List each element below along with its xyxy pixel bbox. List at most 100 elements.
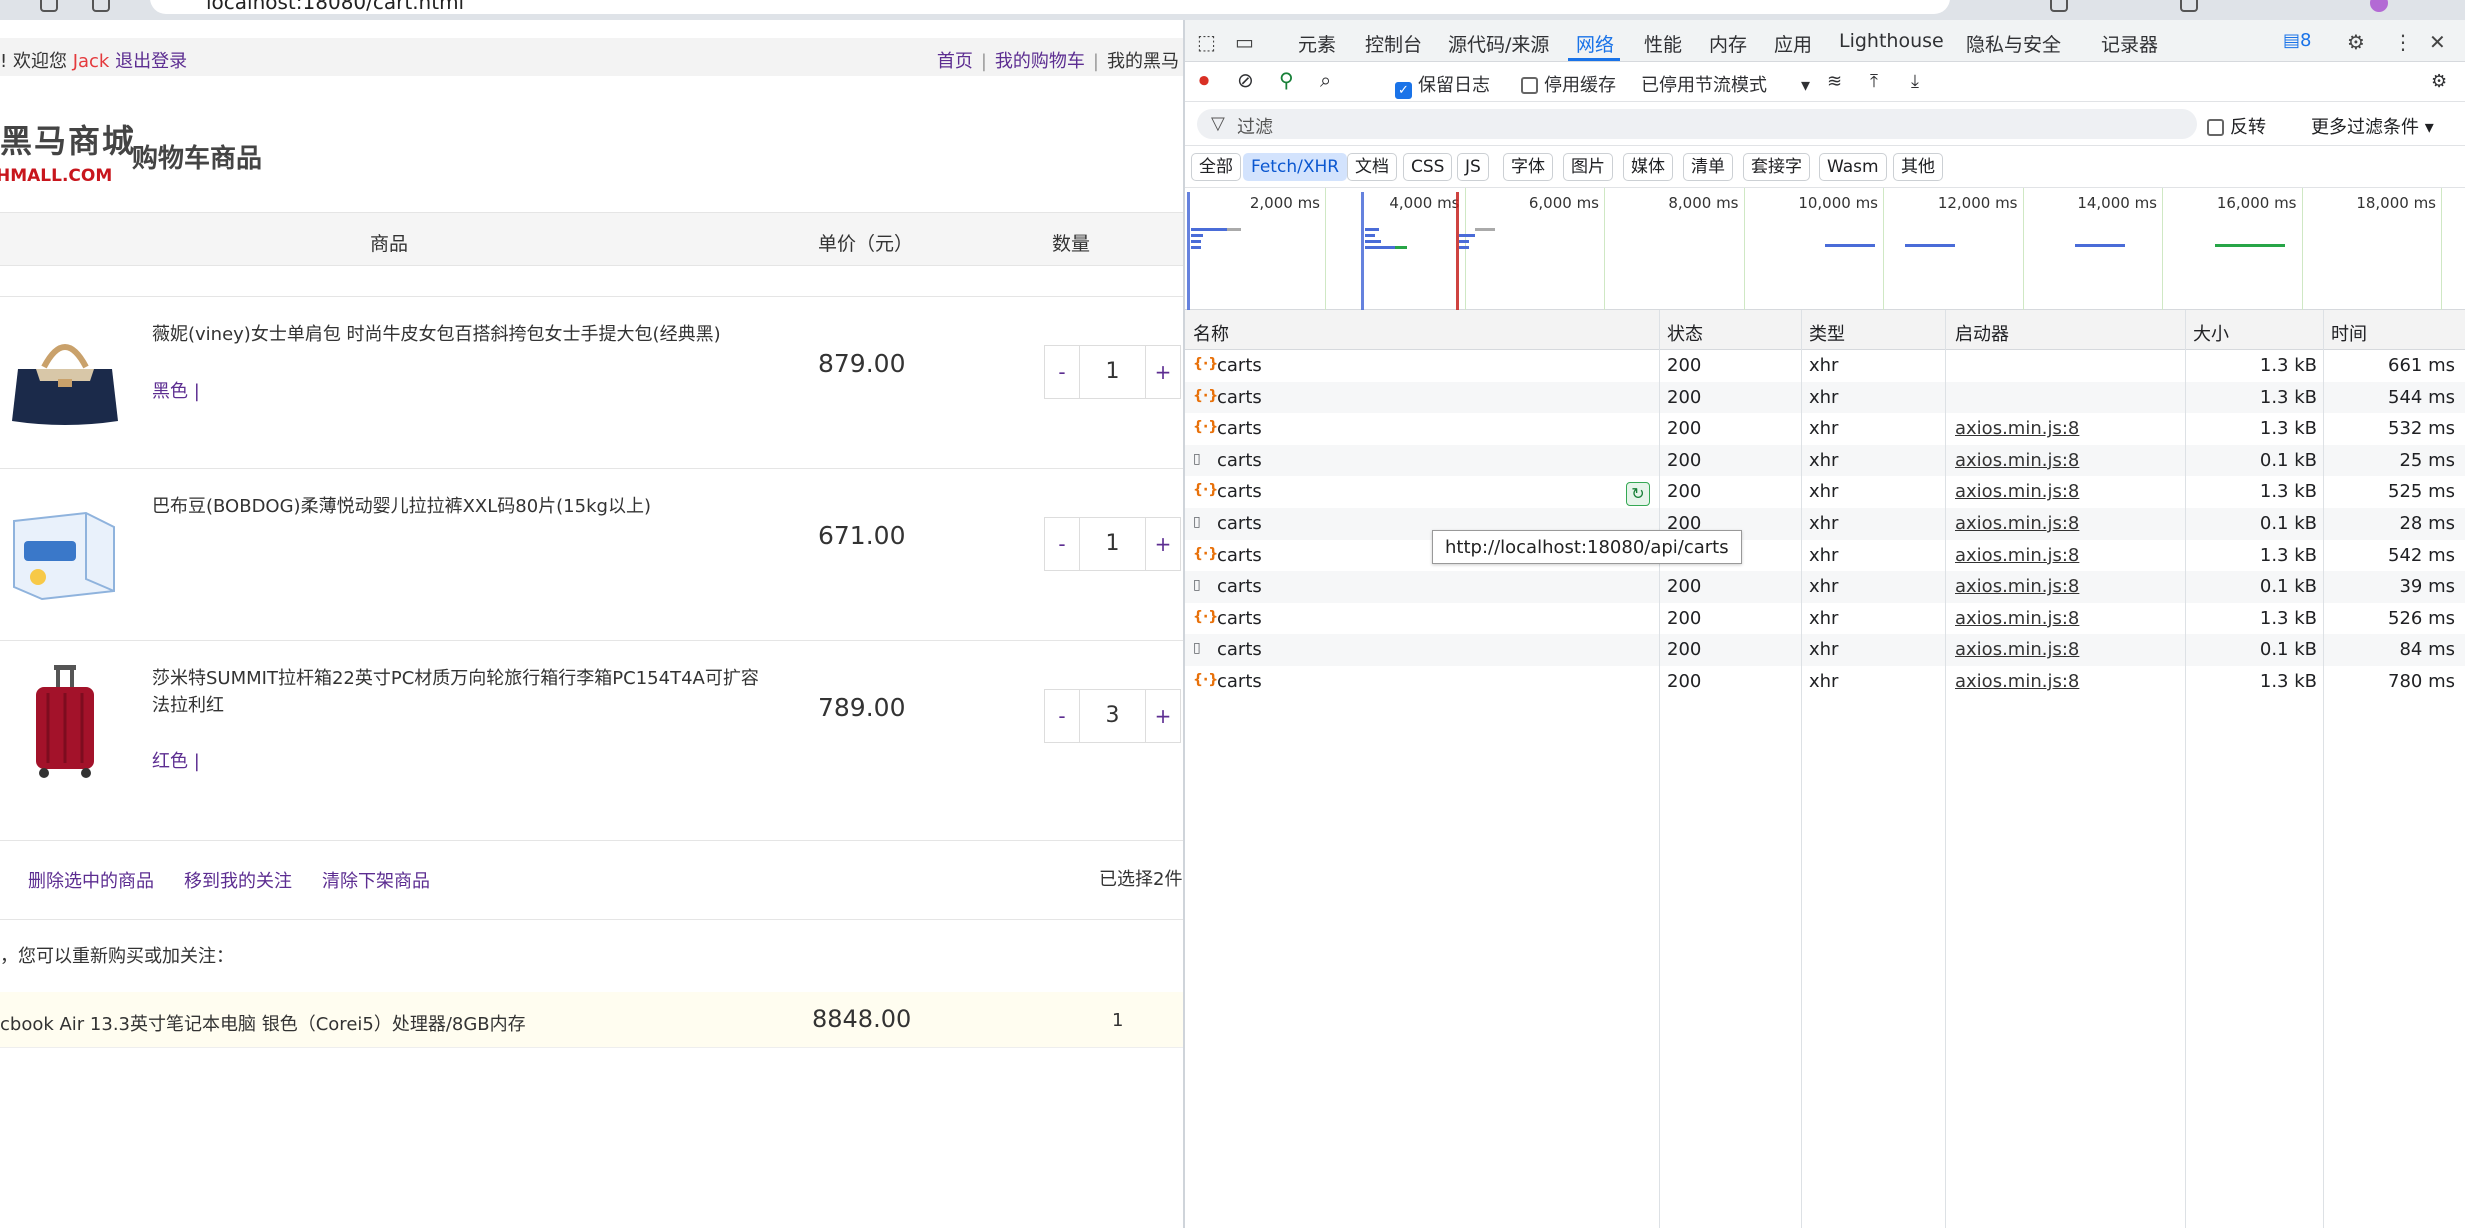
reload-icon[interactable] bbox=[40, 0, 58, 12]
tab-application[interactable]: 应用 bbox=[1774, 30, 1812, 57]
request-initiator[interactable]: axios.min.js:8 bbox=[1955, 639, 2079, 660]
request-row[interactable]: {·} carts 200 xhr 1.3 kB 661 ms bbox=[1185, 350, 2465, 382]
network-overview-timeline[interactable]: 2,000 ms 4,000 ms 6,000 ms 8,000 ms 10,000 m… bbox=[1185, 188, 2465, 310]
tab-sources[interactable]: 源代码/来源 bbox=[1448, 30, 1549, 57]
product-name[interactable]: 巴布豆(BOBDOG)柔薄悦动婴儿拉拉裤XXL码80片(15kg以上) bbox=[152, 493, 772, 520]
tab-network[interactable]: 网络 bbox=[1576, 30, 1614, 57]
address-bar[interactable]: localhost:18080/cart.html bbox=[150, 0, 1950, 14]
qty-plus-button[interactable]: + bbox=[1146, 690, 1180, 742]
type-filter-chip[interactable]: 字体 bbox=[1503, 153, 1553, 181]
request-row[interactable]: {·} carts 200 xhr axios.min.js:8 1.3 kB 532 ms bbox=[1185, 413, 2465, 445]
network-conditions-icon[interactable]: ≋ bbox=[1827, 71, 1842, 92]
type-filter-chip[interactable]: Fetch/XHR bbox=[1243, 153, 1348, 181]
request-initiator[interactable]: axios.min.js:8 bbox=[1955, 671, 2079, 692]
col-initiator[interactable]: 启动器 bbox=[1955, 320, 2009, 346]
qty-plus-button[interactable]: + bbox=[1146, 518, 1180, 570]
type-filter-chip[interactable]: JS bbox=[1457, 153, 1489, 181]
col-type[interactable]: 类型 bbox=[1809, 320, 1845, 346]
removed-item-name[interactable]: cbook Air 13.3英寸笔记本电脑 银色（Corei5）处理器/8GB内… bbox=[0, 1010, 526, 1036]
qty-minus-button[interactable]: - bbox=[1045, 518, 1079, 570]
request-row[interactable]: ▯ carts 200 xhr axios.min.js:8 0.1 kB 28 ms bbox=[1185, 508, 2465, 540]
disable-cache-checkbox[interactable]: 停用缓存 bbox=[1521, 71, 1616, 97]
inspect-element-icon[interactable]: ⬚ bbox=[1197, 30, 1216, 54]
qty-minus-button[interactable]: - bbox=[1045, 690, 1079, 742]
logo[interactable]: 黑马商城 HMALL.COM bbox=[0, 116, 136, 186]
type-filter-chip[interactable]: Wasm bbox=[1819, 153, 1887, 181]
search-icon[interactable]: ⌕ bbox=[1320, 68, 1331, 92]
profile-avatar[interactable] bbox=[2370, 0, 2388, 12]
close-devtools-icon[interactable]: ✕ bbox=[2429, 30, 2446, 54]
qty-input[interactable]: 1 bbox=[1079, 518, 1146, 570]
home-link[interactable]: 首页 bbox=[937, 51, 973, 72]
issues-badge[interactable]: ▤8 bbox=[2283, 30, 2311, 51]
request-initiator[interactable]: axios.min.js:8 bbox=[1955, 481, 2079, 502]
request-row[interactable]: ▯ carts 200 xhr axios.min.js:8 0.1 kB 84 ms bbox=[1185, 634, 2465, 666]
network-settings-icon[interactable]: ⚙ bbox=[2431, 71, 2447, 92]
product-image-handbag[interactable] bbox=[6, 319, 124, 437]
qty-input[interactable]: 1 bbox=[1079, 346, 1146, 398]
downloads-icon[interactable] bbox=[2180, 0, 2198, 12]
type-filter-chip[interactable]: 清单 bbox=[1683, 153, 1733, 181]
settings-gear-icon[interactable]: ⚙ bbox=[2347, 30, 2365, 54]
product-name[interactable]: 莎米特SUMMIT拉杆箱22英寸PC材质万向轮旅行箱行李箱PC154T4A可扩容… bbox=[152, 665, 772, 719]
request-initiator[interactable]: axios.min.js:8 bbox=[1955, 450, 2079, 471]
device-toolbar-icon[interactable]: ▭ bbox=[1235, 30, 1254, 54]
qty-input[interactable]: 3 bbox=[1079, 690, 1146, 742]
replay-request-icon[interactable]: ↻ bbox=[1626, 482, 1650, 506]
tab-recorder[interactable]: 记录器 bbox=[2101, 30, 2158, 57]
filter-input[interactable]: ▽ 过滤 bbox=[1197, 109, 2197, 139]
request-initiator[interactable]: axios.min.js:8 bbox=[1955, 418, 2079, 439]
product-name[interactable]: 薇妮(viney)女士单肩包 时尚牛皮女包百搭斜挎包女士手提大包(经典黑) bbox=[152, 321, 772, 348]
tab-memory[interactable]: 内存 bbox=[1709, 30, 1747, 57]
request-row[interactable]: ▯ carts 200 xhr axios.min.js:8 0.1 kB 39 ms bbox=[1185, 571, 2465, 603]
apps-icon[interactable] bbox=[92, 0, 110, 12]
delete-selected-link[interactable]: 删除选中的商品 bbox=[28, 867, 154, 893]
tab-lighthouse[interactable]: Lighthouse bbox=[1839, 30, 1944, 52]
col-size[interactable]: 大小 bbox=[2193, 320, 2229, 346]
col-status[interactable]: 状态 bbox=[1667, 320, 1703, 346]
record-stop-icon[interactable]: ⏺ bbox=[1199, 68, 1209, 92]
preserve-log-checkbox[interactable]: ✓ 保留日志 bbox=[1395, 71, 1490, 99]
type-filter-chip[interactable]: CSS bbox=[1403, 153, 1453, 181]
tab-performance[interactable]: 性能 bbox=[1644, 30, 1682, 57]
type-filter-chip[interactable]: 图片 bbox=[1563, 153, 1613, 181]
throttling-select[interactable]: 已停用节流模式 ▾ bbox=[1641, 71, 1810, 97]
product-image-suitcase[interactable] bbox=[6, 663, 124, 781]
request-row[interactable]: {·} carts 200 xhr axios.min.js:8 1.3 kB 525 ms bbox=[1185, 476, 2465, 508]
my-account-link[interactable]: 我的黑马 bbox=[1107, 51, 1179, 72]
type-filter-chip[interactable]: 套接字 bbox=[1743, 153, 1810, 181]
request-initiator[interactable]: axios.min.js:8 bbox=[1955, 545, 2079, 566]
import-har-icon[interactable]: ⤒ bbox=[1870, 71, 1878, 92]
product-image-diapers[interactable] bbox=[6, 491, 124, 609]
request-initiator[interactable]: axios.min.js:8 bbox=[1955, 513, 2079, 534]
request-row[interactable]: {·}carts200xhraxios.min.js:81.3 kB542 ms bbox=[1185, 540, 2465, 572]
filter-funnel-icon[interactable]: ⚲ bbox=[1279, 68, 1294, 92]
more-options-icon[interactable]: ⋮ bbox=[2393, 30, 2413, 54]
col-time[interactable]: 时间 bbox=[2331, 320, 2367, 346]
qty-minus-button[interactable]: - bbox=[1045, 346, 1079, 398]
logout-link[interactable]: 退出登录 bbox=[115, 51, 187, 72]
type-filter-chip[interactable]: 其他 bbox=[1893, 153, 1943, 181]
request-initiator[interactable]: axios.min.js:8 bbox=[1955, 608, 2079, 629]
my-cart-link[interactable]: 我的购物车 bbox=[995, 51, 1085, 72]
move-to-favorites-link[interactable]: 移到我的关注 bbox=[184, 867, 292, 893]
request-row[interactable]: {·} carts 200 xhr axios.min.js:8 1.3 kB 526 ms bbox=[1185, 603, 2465, 635]
tab-console[interactable]: 控制台 bbox=[1365, 30, 1422, 57]
request-row[interactable]: {·} carts 200 xhr axios.min.js:8 1.3 kB 780 ms bbox=[1185, 666, 2465, 698]
clear-offshelf-link[interactable]: 清除下架商品 bbox=[322, 867, 430, 893]
request-initiator[interactable]: axios.min.js:8 bbox=[1955, 576, 2079, 597]
tab-privacy-security[interactable]: 隐私与安全 bbox=[1966, 30, 2061, 57]
col-name[interactable]: 名称 bbox=[1193, 320, 1229, 346]
type-filter-chip[interactable]: 媒体 bbox=[1623, 153, 1673, 181]
export-har-icon[interactable]: ⤓ bbox=[1911, 71, 1919, 92]
type-filter-chip[interactable]: 文档 bbox=[1347, 153, 1397, 181]
type-filter-chip[interactable]: 全部 bbox=[1191, 153, 1241, 181]
request-row[interactable]: {·} carts 200 xhr 1.3 kB 544 ms bbox=[1185, 381, 2465, 414]
tab-elements[interactable]: 元素 bbox=[1298, 30, 1336, 57]
clear-icon[interactable]: ⊘ bbox=[1237, 68, 1254, 92]
request-row[interactable]: ▯ carts 200 xhr axios.min.js:8 0.1 kB 25 ms bbox=[1185, 444, 2465, 477]
invert-checkbox[interactable]: 反转 bbox=[2207, 113, 2266, 139]
extensions-icon[interactable] bbox=[2050, 0, 2068, 12]
qty-plus-button[interactable]: + bbox=[1146, 346, 1180, 398]
more-filters-dropdown[interactable]: 更多过滤条件 ▾ bbox=[2311, 113, 2434, 139]
